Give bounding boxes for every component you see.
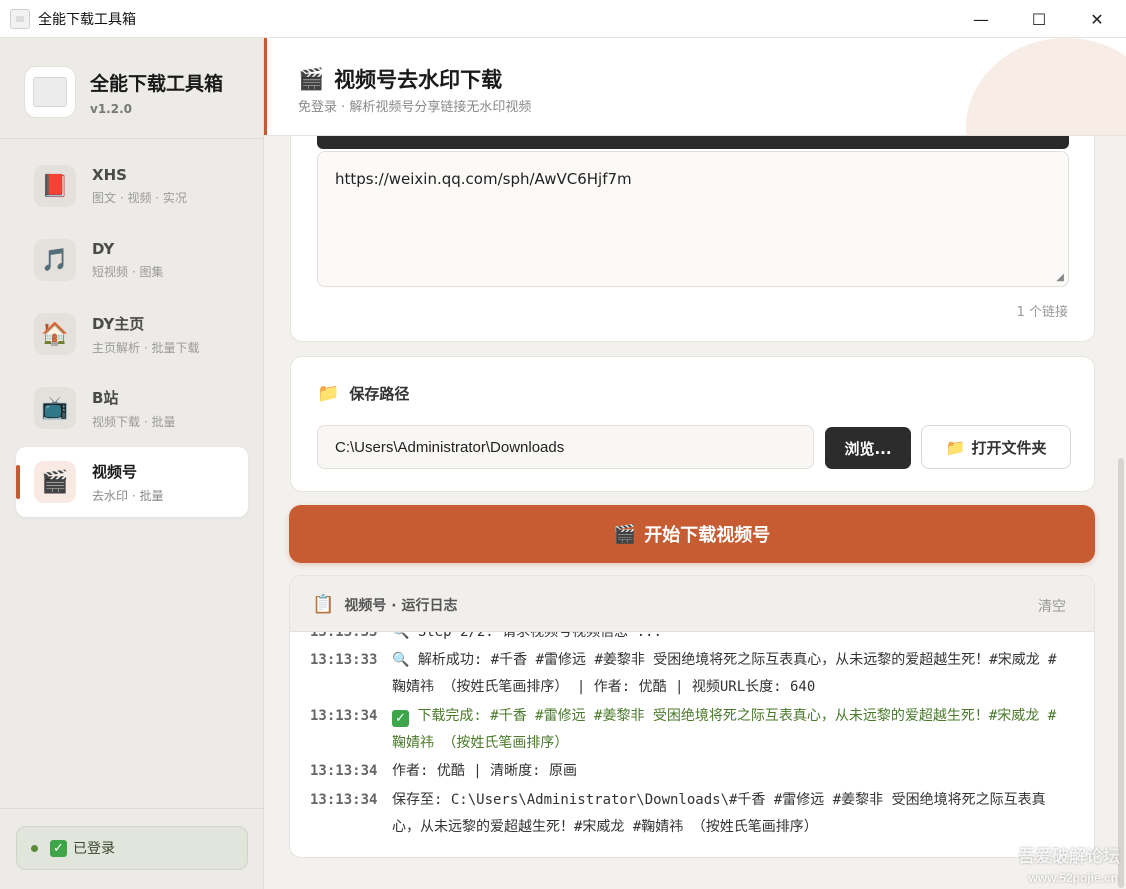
brand-name: 全能下载工具箱 <box>90 72 224 95</box>
link-input-card: https://weixin.qq.com/sph/AwVC6Hjf7m ◢ 1… <box>290 124 1095 342</box>
log-time: 13:13:33 <box>310 652 378 668</box>
folder-icon: 📁 <box>317 383 340 404</box>
log-time: 13:13:33 <box>310 632 378 640</box>
save-path-label: 保存路径 <box>349 385 410 403</box>
clapper-icon: 🎬 <box>298 66 325 91</box>
app-icon <box>10 8 30 29</box>
house-icon: 🏠 <box>34 313 76 355</box>
sidebar-item-label: DY <box>92 240 115 258</box>
sidebar: 全能下载工具箱 v1.2.0 📕 XHS 图文 · 视频 · 实况 🎵 DY 短… <box>0 38 264 889</box>
log-message: Step 2/2: 请求视频号视频信息 ... <box>417 632 662 640</box>
header-decoration <box>966 38 1126 135</box>
sidebar-item-subtitle: 图文 · 视频 · 实况 <box>92 191 187 205</box>
start-download-label: 开始下载视频号 <box>644 525 771 546</box>
sidebar-item-channels[interactable]: 🎬 视频号 去水印 · 批量 <box>16 447 248 517</box>
clapper-icon: 🎬 <box>34 461 76 503</box>
sidebar-item-subtitle: 短视频 · 图集 <box>92 265 164 279</box>
clear-log-button[interactable]: 清空 <box>1038 596 1066 616</box>
log-time: 13:13:34 <box>310 792 378 808</box>
login-status-text: 已登录 <box>73 841 115 857</box>
sidebar-divider <box>0 808 263 809</box>
log-time: 13:13:34 <box>310 708 378 724</box>
sidebar-item-xhs[interactable]: 📕 XHS 图文 · 视频 · 实况 <box>16 151 248 221</box>
check-icon: ✓ <box>392 710 409 727</box>
header-accent-bar <box>264 38 267 135</box>
watermark-text: 吾爱破解论坛 <box>1018 847 1120 867</box>
log-entry: 13:13:34 作者: 优酷 | 清晰度: 原画 <box>310 758 1070 785</box>
sidebar-item-dy-home[interactable]: 🏠 DY主页 主页解析 · 批量下载 <box>16 299 248 369</box>
maximize-button[interactable]: ☐ <box>1010 0 1068 38</box>
sidebar-item-subtitle: 视频下载 · 批量 <box>92 414 176 429</box>
music-note-icon: 🎵 <box>34 239 76 281</box>
tv-icon: 📺 <box>34 387 76 429</box>
sidebar-item-label: DY主页 <box>92 314 145 333</box>
save-path-title: 📁 保存路径 <box>317 383 409 404</box>
red-book-icon: 📕 <box>34 165 76 207</box>
log-entry: 13:13:33 🔍 解析成功: #千香 #雷修远 #姜黎非 受困绝境将死之际互… <box>310 647 1070 701</box>
page-title-text: 视频号去水印下载 <box>334 68 503 92</box>
open-folder-button[interactable]: 📁 打开文件夹 <box>921 425 1071 469</box>
page-title: 🎬 视频号去水印下载 <box>298 64 502 94</box>
resize-grip-icon[interactable]: ◢ <box>1056 272 1064 283</box>
sidebar-item-subtitle: 主页解析 · 批量下载 <box>92 340 200 355</box>
sidebar-divider <box>0 138 263 139</box>
link-count: 1 个链接 <box>1016 305 1068 320</box>
magnifier-icon: 🔍 <box>392 652 410 668</box>
app-version: v1.2.0 <box>90 101 132 116</box>
sidebar-nav: 📕 XHS 图文 · 视频 · 实况 🎵 DY 短视频 · 图集 🏠 DY主页 … <box>16 151 248 521</box>
log-header: 📋 视频号 · 运行日志 清空 <box>290 576 1094 632</box>
log-time: 13:13:34 <box>310 763 378 779</box>
brand: 全能下载工具箱 v1.2.0 <box>24 66 223 118</box>
sidebar-item-dy[interactable]: 🎵 DY 短视频 · 图集 <box>16 225 248 295</box>
open-folder-label: 打开文件夹 <box>971 438 1047 457</box>
start-download-button[interactable]: 🎬 开始下载视频号 <box>289 505 1095 563</box>
minimize-button[interactable]: — <box>952 0 1010 38</box>
save-path-input[interactable]: C:\Users\Administrator\Downloads <box>317 425 814 469</box>
log-message: 保存至: C:\Users\Administrator\Downloads\#千… <box>392 792 1046 835</box>
page-header: 🎬 视频号去水印下载 免登录 · 解析视频号分享链接无水印视频 <box>264 38 1126 136</box>
browse-button[interactable]: 浏览... <box>825 427 911 469</box>
clapper-icon: 🎬 <box>613 523 637 545</box>
log-body[interactable]: 13:13:33 🔍 Step 2/2: 请求视频号视频信息 ... 13:13… <box>290 632 1094 857</box>
log-message: 解析成功: #千香 #雷修远 #姜黎非 受困绝境将死之际互表真心，从未远黎的爱超… <box>392 652 1057 695</box>
main-scrollbar[interactable] <box>1116 458 1126 888</box>
folder-icon: 📁 <box>945 437 966 457</box>
log-entry: 13:13:33 🔍 Step 2/2: 请求视频号视频信息 ... <box>310 632 1070 646</box>
clipboard-icon: 📋 <box>312 594 335 615</box>
sidebar-item-label: B站 <box>92 388 119 407</box>
link-textarea[interactable]: https://weixin.qq.com/sph/AwVC6Hjf7m ◢ <box>317 151 1069 287</box>
sidebar-item-label: 视频号 <box>92 462 138 481</box>
log-entry: 13:13:34 保存至: C:\Users\Administrator\Dow… <box>310 787 1070 841</box>
link-textarea-value: https://weixin.qq.com/sph/AwVC6Hjf7m <box>335 170 632 188</box>
check-icon: ✓ <box>50 839 67 857</box>
sidebar-item-label: XHS <box>92 166 127 184</box>
brand-logo-icon <box>24 66 76 118</box>
main-content: https://weixin.qq.com/sph/AwVC6Hjf7m ◢ 1… <box>264 38 1126 889</box>
close-button[interactable]: ✕ <box>1068 0 1126 38</box>
log-title: 📋 视频号 · 运行日志 <box>312 594 458 615</box>
sidebar-item-subtitle: 去水印 · 批量 <box>92 488 164 503</box>
login-status-badge: ✓ 已登录 <box>16 826 248 870</box>
status-dot-icon <box>31 844 38 852</box>
magnifier-icon: 🔍 <box>392 632 410 640</box>
save-path-card: 📁 保存路径 C:\Users\Administrator\Downloads … <box>290 356 1095 492</box>
log-title-text: 视频号 · 运行日志 <box>344 597 458 614</box>
scroll-thumb[interactable] <box>1118 458 1124 888</box>
card-top-strip <box>317 135 1069 149</box>
log-entry: 13:13:34 ✓ 下载完成: #千香 #雷修远 #姜黎非 受困绝境将死之际互… <box>310 703 1070 757</box>
window-title: 全能下载工具箱 <box>38 11 136 28</box>
page-subtitle: 免登录 · 解析视频号分享链接无水印视频 <box>298 100 532 115</box>
sidebar-item-bilibili[interactable]: 📺 B站 视频下载 · 批量 <box>16 373 248 443</box>
log-card: 📋 视频号 · 运行日志 清空 13:13:33 🔍 Step 2/2: 请求视… <box>289 575 1095 858</box>
window-controls: — ☐ ✕ <box>952 0 1126 38</box>
log-message: 作者: 优酷 | 清晰度: 原画 <box>392 763 578 779</box>
title-bar: 全能下载工具箱 — ☐ ✕ <box>0 0 1126 38</box>
watermark-url: www.52pojie.cn <box>1028 871 1118 885</box>
log-message: 下载完成: #千香 #雷修远 #姜黎非 受困绝境将死之际互表真心，从未远黎的爱超… <box>392 708 1057 751</box>
